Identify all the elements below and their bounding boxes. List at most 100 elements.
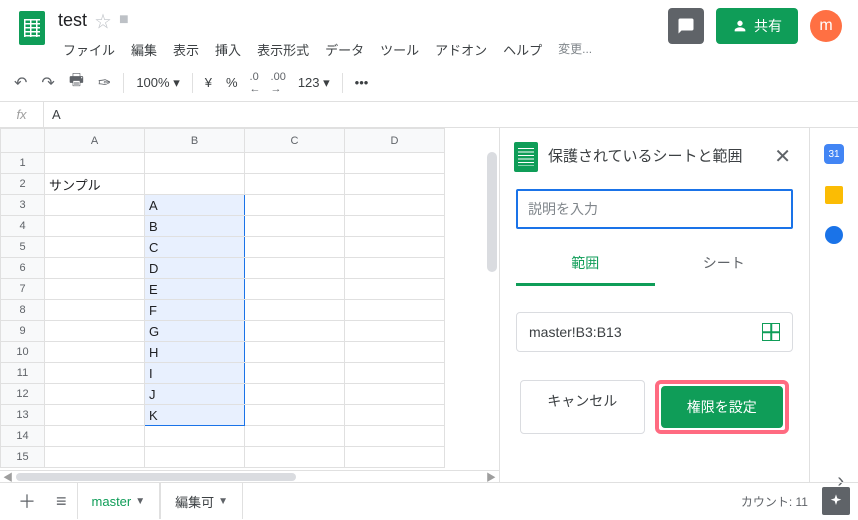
cell[interactable] [245,153,345,174]
sheet-tab-master[interactable]: master▼ [77,483,161,519]
col-header[interactable]: C [245,129,345,153]
cell[interactable] [345,321,445,342]
cell[interactable] [45,279,145,300]
row-header[interactable]: 4 [1,216,45,237]
cell[interactable] [245,195,345,216]
col-header[interactable]: A [45,129,145,153]
last-edit-text[interactable]: 変更... [551,36,599,63]
print-button[interactable]: 🖶 [63,65,90,100]
range-input[interactable]: master!B3:B13 [529,324,762,340]
sheet-tab-editable[interactable]: 編集可▼ [160,483,243,519]
row-header[interactable]: 15 [1,447,45,468]
menu-edit[interactable]: 編集 [124,36,164,63]
cell[interactable] [345,174,445,195]
menu-view[interactable]: 表示 [166,36,206,63]
cell[interactable] [45,363,145,384]
cell[interactable]: G [145,321,245,342]
cell[interactable] [345,300,445,321]
sheets-logo[interactable] [12,8,52,48]
cell[interactable] [245,363,345,384]
account-avatar[interactable]: m [810,10,842,42]
cell[interactable]: B [145,216,245,237]
cell[interactable] [45,237,145,258]
horizontal-scrollbar[interactable] [16,472,483,482]
cancel-button[interactable]: キャンセル [520,380,645,434]
zoom-select[interactable]: 100% ▾ [130,71,185,95]
col-header[interactable]: D [345,129,445,153]
formula-input[interactable]: A [44,107,858,122]
folder-icon[interactable]: ■ [119,11,129,29]
cell[interactable] [245,258,345,279]
star-icon[interactable]: ☆ [95,8,111,32]
cell[interactable] [345,384,445,405]
cell[interactable] [45,321,145,342]
cell[interactable] [345,426,445,447]
cell[interactable] [245,384,345,405]
tasks-icon[interactable] [825,226,843,244]
menu-addons[interactable]: アドオン [428,36,494,63]
spreadsheet-grid[interactable]: A B C D 1 2サンプル 3A 4B 5C 6D 7E 8F 9G 10H… [0,128,445,468]
cell[interactable] [45,384,145,405]
col-header[interactable]: B [145,129,245,153]
row-header[interactable]: 13 [1,405,45,426]
increase-decimal-button[interactable]: .00→ [267,67,290,99]
row-header[interactable]: 3 [1,195,45,216]
decrease-decimal-button[interactable]: .0← [246,67,265,99]
chevron-down-icon[interactable]: ▼ [218,496,228,507]
cell[interactable] [345,237,445,258]
cell[interactable] [45,258,145,279]
cell[interactable]: サンプル [45,174,145,195]
row-header[interactable]: 11 [1,363,45,384]
comments-button[interactable] [668,8,704,44]
doc-title[interactable]: test [58,10,87,31]
cell[interactable] [45,216,145,237]
share-button[interactable]: 共有 [716,8,798,44]
menu-format[interactable]: 表示形式 [250,36,316,63]
cell[interactable] [245,447,345,468]
cell[interactable] [245,300,345,321]
number-format-select[interactable]: 123 ▾ [292,71,336,95]
currency-button[interactable]: ¥ [199,71,218,94]
tab-sheet[interactable]: シート [655,243,794,286]
menu-tools[interactable]: ツール [373,36,426,63]
vertical-scrollbar[interactable] [485,152,499,470]
cell[interactable]: I [145,363,245,384]
cell[interactable] [345,447,445,468]
cell[interactable] [45,153,145,174]
cell[interactable] [345,195,445,216]
menu-data[interactable]: データ [318,36,371,63]
set-permissions-button[interactable]: 権限を設定 [661,386,784,428]
row-header[interactable]: 1 [1,153,45,174]
toolbar-more-button[interactable]: ••• [349,71,375,94]
calendar-icon[interactable]: 31 [824,144,844,164]
menu-help[interactable]: ヘルプ [496,36,549,63]
cell[interactable]: H [145,342,245,363]
select-all-corner[interactable] [1,129,45,153]
cell[interactable] [345,405,445,426]
row-header[interactable]: 6 [1,258,45,279]
percent-button[interactable]: % [220,71,244,94]
cell[interactable] [245,321,345,342]
cell[interactable] [245,279,345,300]
menu-insert[interactable]: 挿入 [208,36,248,63]
cell[interactable]: E [145,279,245,300]
cell[interactable] [45,426,145,447]
cell[interactable]: J [145,384,245,405]
row-header[interactable]: 10 [1,342,45,363]
menu-file[interactable]: ファイル [56,36,122,63]
row-header[interactable]: 14 [1,426,45,447]
cell[interactable] [245,426,345,447]
cell[interactable] [145,153,245,174]
select-range-icon[interactable] [762,323,780,341]
cell[interactable] [45,195,145,216]
all-sheets-button[interactable]: ≡ [46,485,77,518]
cell[interactable] [345,153,445,174]
paint-format-button[interactable]: ✑ [92,69,117,97]
cell[interactable] [45,300,145,321]
row-header[interactable]: 2 [1,174,45,195]
cell[interactable] [345,258,445,279]
cell[interactable]: F [145,300,245,321]
cell[interactable]: C [145,237,245,258]
add-sheet-button[interactable]: ＋ [8,482,46,520]
cell[interactable] [245,405,345,426]
